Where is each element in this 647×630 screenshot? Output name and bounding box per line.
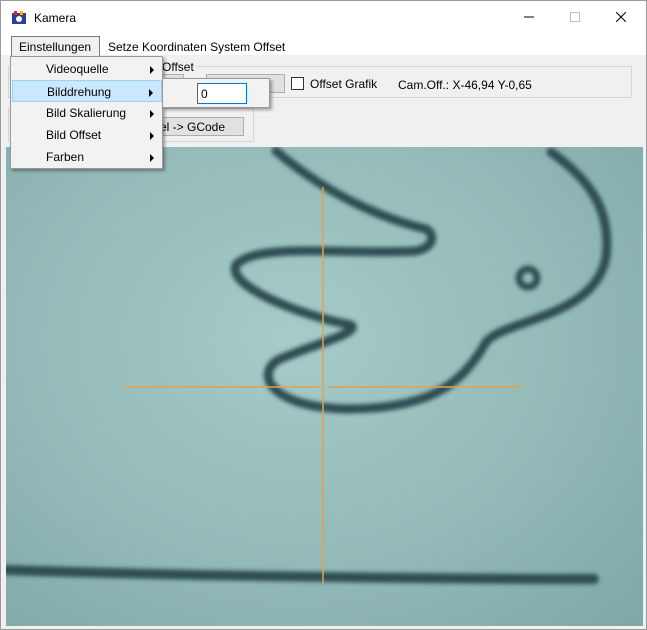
submenu-arrow-icon bbox=[150, 154, 154, 162]
camera-window: Kamera Einstellungen Setze Koordinaten S… bbox=[0, 0, 647, 630]
submenu-arrow-icon bbox=[150, 132, 154, 140]
submenu-arrow-icon bbox=[149, 89, 153, 97]
title-bar: Kamera bbox=[1, 1, 646, 34]
cam-offset-readout: Cam.Off.: X-46,94 Y-0,65 bbox=[398, 78, 532, 92]
menu-setze-koordinaten-offset[interactable]: Setze Koordinaten System Offset bbox=[101, 37, 292, 57]
rotation-input[interactable] bbox=[197, 83, 247, 104]
close-button[interactable] bbox=[598, 1, 644, 32]
offset-group-label: Offset bbox=[160, 60, 196, 74]
maximize-icon bbox=[570, 11, 580, 22]
pixel-to-gcode-label: el -> GCode bbox=[160, 119, 226, 134]
app-icon bbox=[11, 10, 27, 26]
menu-item-bild-skalierung[interactable]: Bild Skalierung bbox=[12, 102, 162, 124]
submenu-arrow-icon bbox=[150, 110, 154, 118]
minimize-button[interactable] bbox=[506, 1, 552, 32]
einstellungen-dropdown: Videoquelle Bilddrehung Bild Skalierung … bbox=[10, 56, 163, 169]
submenu-arrow-icon bbox=[150, 66, 154, 74]
menu-item-label: Bild Offset bbox=[46, 128, 102, 142]
offset-grafik-label: Offset Grafik bbox=[310, 77, 378, 91]
menu-item-label: Videoquelle bbox=[46, 62, 109, 76]
camera-image bbox=[6, 147, 612, 584]
menu-item-label: Bilddrehung bbox=[47, 85, 112, 99]
maximize-button[interactable] bbox=[552, 1, 598, 32]
menu-item-bilddrehung[interactable]: Bilddrehung bbox=[12, 80, 162, 102]
pixel-to-gcode-button[interactable]: el -> GCode bbox=[151, 117, 244, 136]
camera-view[interactable] bbox=[6, 147, 643, 626]
menu-einstellungen[interactable]: Einstellungen bbox=[11, 36, 100, 57]
menu-item-bild-offset[interactable]: Bild Offset bbox=[12, 124, 162, 146]
menu-item-label: Bild Skalierung bbox=[46, 106, 127, 120]
menu-bar: Einstellungen Setze Koordinaten System O… bbox=[1, 34, 646, 57]
menu-item-farben[interactable]: Farben bbox=[12, 146, 162, 168]
camera-drawing bbox=[6, 147, 612, 584]
menu-item-label: Farben bbox=[46, 150, 85, 164]
menu-item-videoquelle[interactable]: Videoquelle bbox=[12, 58, 162, 80]
minimize-icon bbox=[524, 16, 534, 17]
offset-grafik-checkbox[interactable] bbox=[291, 77, 304, 90]
close-icon bbox=[616, 11, 626, 22]
crosshair bbox=[124, 187, 523, 584]
bilddrehung-submenu bbox=[162, 78, 270, 108]
window-title: Kamera bbox=[34, 11, 77, 25]
